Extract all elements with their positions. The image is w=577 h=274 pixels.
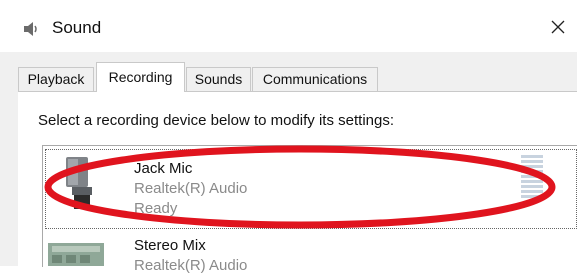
tab-communications[interactable]: Communications [252,67,378,91]
title-bar: Sound [0,0,577,52]
device-name: Jack Mic [134,160,193,177]
microphone-icon [66,157,92,209]
list-item-jack-mic[interactable] [45,149,577,229]
window-title: Sound [52,18,102,37]
tab-recording[interactable]: Recording [96,62,185,92]
speaker-icon [24,22,37,36]
device-name: Stereo Mix [134,237,206,254]
close-icon[interactable] [543,12,573,42]
tab-sounds[interactable]: Sounds [186,67,251,91]
tab-playback[interactable]: Playback [18,67,94,91]
instruction-text: Select a recording device below to modif… [38,112,395,129]
sound-card-icon [48,243,104,266]
level-meter [521,155,543,203]
device-driver: Realtek(R) Audio [134,180,248,197]
device-status: Ready [134,200,178,217]
